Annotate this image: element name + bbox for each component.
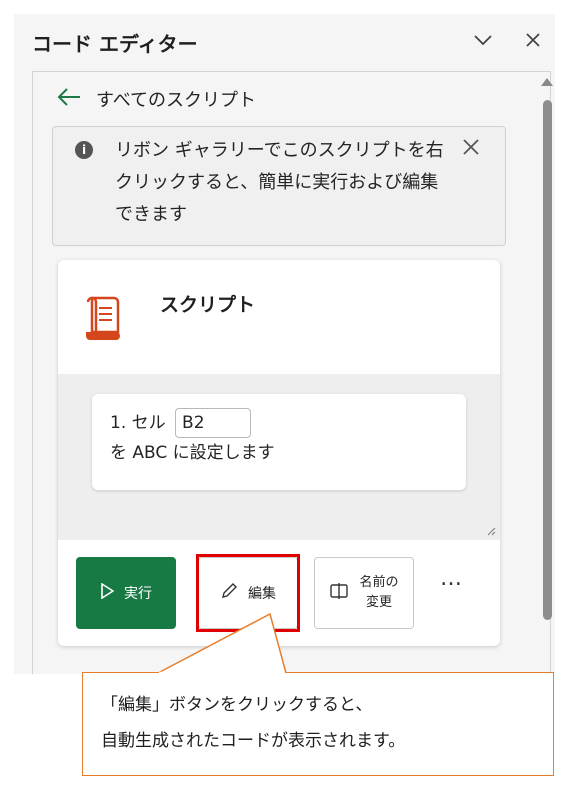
- callout-pointer: [157, 612, 287, 674]
- callout-line-1: 「編集」ボタンをクリックすると、: [101, 695, 373, 715]
- callout-box: 「編集」ボタンをクリックすると、 自動生成されたコードが表示されます。: [82, 672, 554, 776]
- callout-line-2: 自動生成されたコードが表示されます。: [101, 731, 406, 751]
